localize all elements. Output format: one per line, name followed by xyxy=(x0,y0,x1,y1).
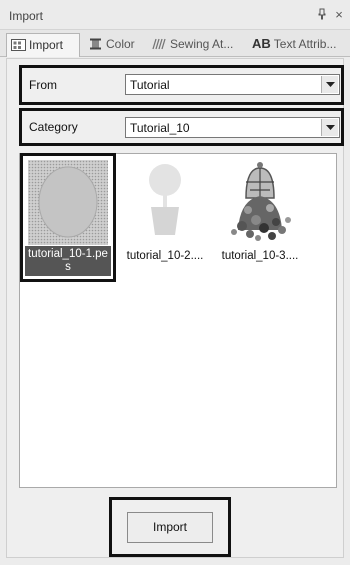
file-item[interactable]: tutorial_10-3.... xyxy=(215,158,305,276)
tab-bar: Import Color Sewing At... AB Text Attrib.… xyxy=(0,30,350,57)
file-item[interactable]: tutorial_10-2.... xyxy=(120,158,210,276)
file-name-line2: s xyxy=(65,261,71,273)
import-button[interactable]: Import xyxy=(127,512,213,543)
pin-icon[interactable] xyxy=(315,8,329,22)
file-name: tutorial_10-2.... xyxy=(126,250,204,262)
panel-title-bar: Import × xyxy=(0,0,350,30)
category-value: Tutorial_10 xyxy=(130,121,190,135)
color-tab-icon xyxy=(88,35,103,50)
file-name: tutorial_10-3.... xyxy=(221,250,299,262)
category-label: Category xyxy=(29,120,78,134)
file-thumbnail xyxy=(28,160,108,245)
import-tab-icon xyxy=(11,36,26,51)
chevron-down-icon[interactable] xyxy=(321,76,338,93)
tab-label: Text Attrib... xyxy=(273,37,337,51)
from-row-highlight: From Tutorial xyxy=(19,65,344,105)
file-item[interactable]: tutorial_10-1.pe s xyxy=(25,158,111,276)
from-value: Tutorial xyxy=(130,78,170,92)
from-combobox[interactable]: Tutorial xyxy=(125,74,340,95)
tab-label: Sewing At... xyxy=(170,37,234,51)
tab-label: Color xyxy=(106,37,135,51)
file-list[interactable]: tutorial_10-1.pe s tutorial_10-2.... tut… xyxy=(19,153,337,488)
tab-sewing-attributes[interactable]: Sewing At... xyxy=(148,33,244,57)
file-thumbnail xyxy=(125,160,205,245)
file-name-line1: tutorial_10-1.pe xyxy=(28,248,108,260)
import-button-highlight: Import xyxy=(109,497,231,557)
import-panel: Import × Import Color Sewing At... AB Tex… xyxy=(0,0,350,565)
from-label: From xyxy=(29,78,57,92)
panel-title: Import xyxy=(9,9,44,23)
tab-text-attributes[interactable]: AB Text Attrib... xyxy=(248,33,348,57)
tab-label: Import xyxy=(29,38,64,52)
file-name: tutorial_10-1.pe s xyxy=(25,246,111,276)
tab-import[interactable]: Import xyxy=(6,33,80,57)
close-icon[interactable]: × xyxy=(332,8,346,22)
import-content: From Tutorial Category Tutorial_10 tutor… xyxy=(6,58,344,558)
tab-color[interactable]: Color xyxy=(84,33,144,57)
sewing-attributes-tab-icon xyxy=(152,35,167,50)
category-combobox[interactable]: Tutorial_10 xyxy=(125,117,340,138)
text-attributes-tab-icon: AB xyxy=(252,36,271,51)
file-thumbnail xyxy=(220,160,300,245)
category-row-highlight: Category Tutorial_10 xyxy=(19,108,344,146)
chevron-down-icon[interactable] xyxy=(321,119,338,136)
